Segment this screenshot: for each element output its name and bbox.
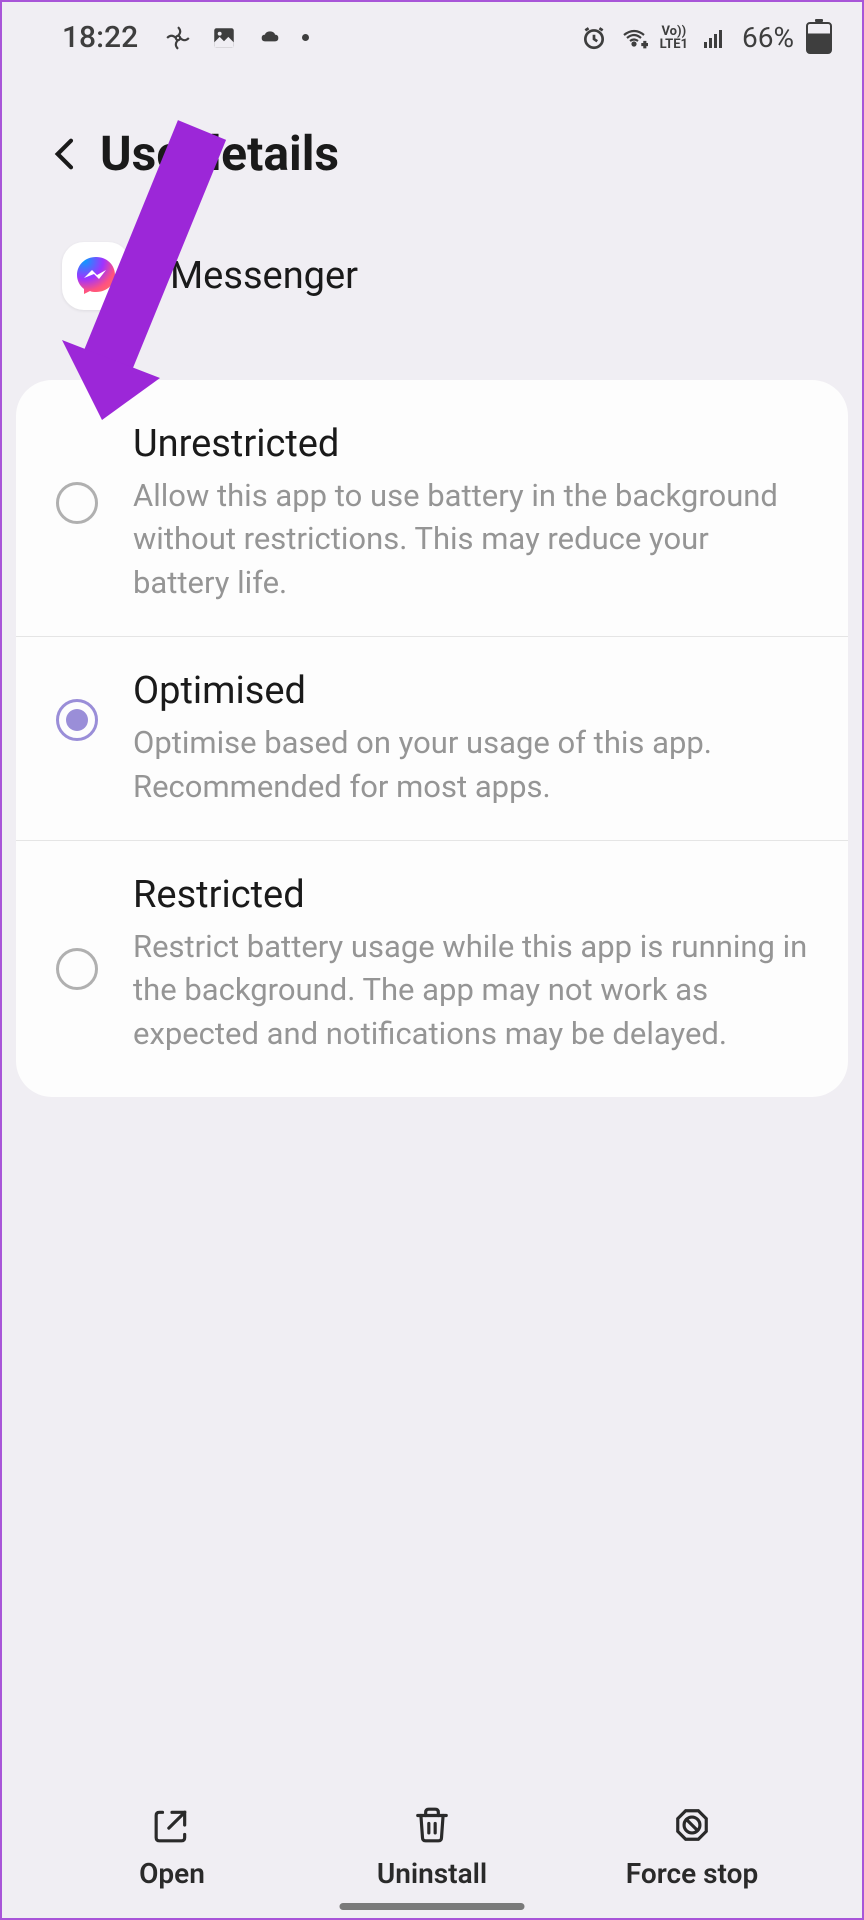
wifi-icon: + [620, 24, 648, 52]
option-title: Unrestricted [133, 422, 808, 466]
option-text: Restricted Restrict battery usage while … [133, 873, 808, 1055]
option-desc: Optimise based on your usage of this app… [133, 721, 808, 808]
option-text: Unrestricted Allow this app to use batte… [133, 422, 808, 604]
page-title: Use details [100, 125, 339, 182]
open-icon [150, 1803, 194, 1847]
status-left: 18:22 [62, 20, 309, 55]
home-indicator[interactable] [340, 1903, 525, 1910]
option-restricted[interactable]: Restricted Restrict battery usage while … [16, 841, 848, 1087]
alarm-icon [580, 24, 608, 52]
app-icon-messenger [62, 242, 130, 310]
picture-icon [210, 24, 238, 52]
signal-icon [700, 24, 728, 52]
radio-optimised[interactable] [56, 699, 98, 741]
open-label: Open [139, 1857, 205, 1890]
option-title: Restricted [133, 873, 808, 917]
battery-percent: 66% [742, 21, 794, 54]
uninstall-button[interactable]: Uninstall [302, 1803, 562, 1890]
status-bar: 18:22 [2, 2, 862, 65]
radio-unrestricted[interactable] [56, 482, 98, 524]
status-time: 18:22 [62, 20, 138, 55]
status-right: + Vo))LTE1 66% [580, 21, 832, 54]
trash-icon [410, 1803, 454, 1847]
app-name: Messenger [170, 254, 358, 298]
option-unrestricted[interactable]: Unrestricted Allow this app to use batte… [16, 390, 848, 637]
option-text: Optimised Optimise based on your usage o… [133, 669, 808, 808]
cloud-icon [256, 24, 284, 52]
option-title: Optimised [133, 669, 808, 713]
option-desc: Restrict battery usage while this app is… [133, 925, 808, 1055]
block-icon [670, 1803, 714, 1847]
battery-icon [806, 22, 832, 54]
svg-text:+: + [642, 40, 648, 50]
open-button[interactable]: Open [42, 1803, 302, 1890]
fan-icon [164, 24, 192, 52]
app-info: Messenger [2, 212, 862, 360]
option-desc: Allow this app to use battery in the bac… [133, 474, 808, 604]
force-stop-label: Force stop [626, 1857, 758, 1890]
option-optimised[interactable]: Optimised Optimise based on your usage o… [16, 637, 848, 841]
notification-dot [302, 34, 309, 41]
force-stop-button[interactable]: Force stop [562, 1803, 822, 1890]
options-card: Unrestricted Allow this app to use batte… [16, 380, 848, 1097]
uninstall-label: Uninstall [377, 1857, 487, 1890]
radio-restricted[interactable] [56, 948, 98, 990]
volte-icon: Vo))LTE1 [660, 25, 688, 51]
header: Use details [2, 65, 862, 212]
back-button[interactable] [42, 130, 90, 178]
bottom-bar: Open Uninstall Force stop [2, 1803, 862, 1890]
